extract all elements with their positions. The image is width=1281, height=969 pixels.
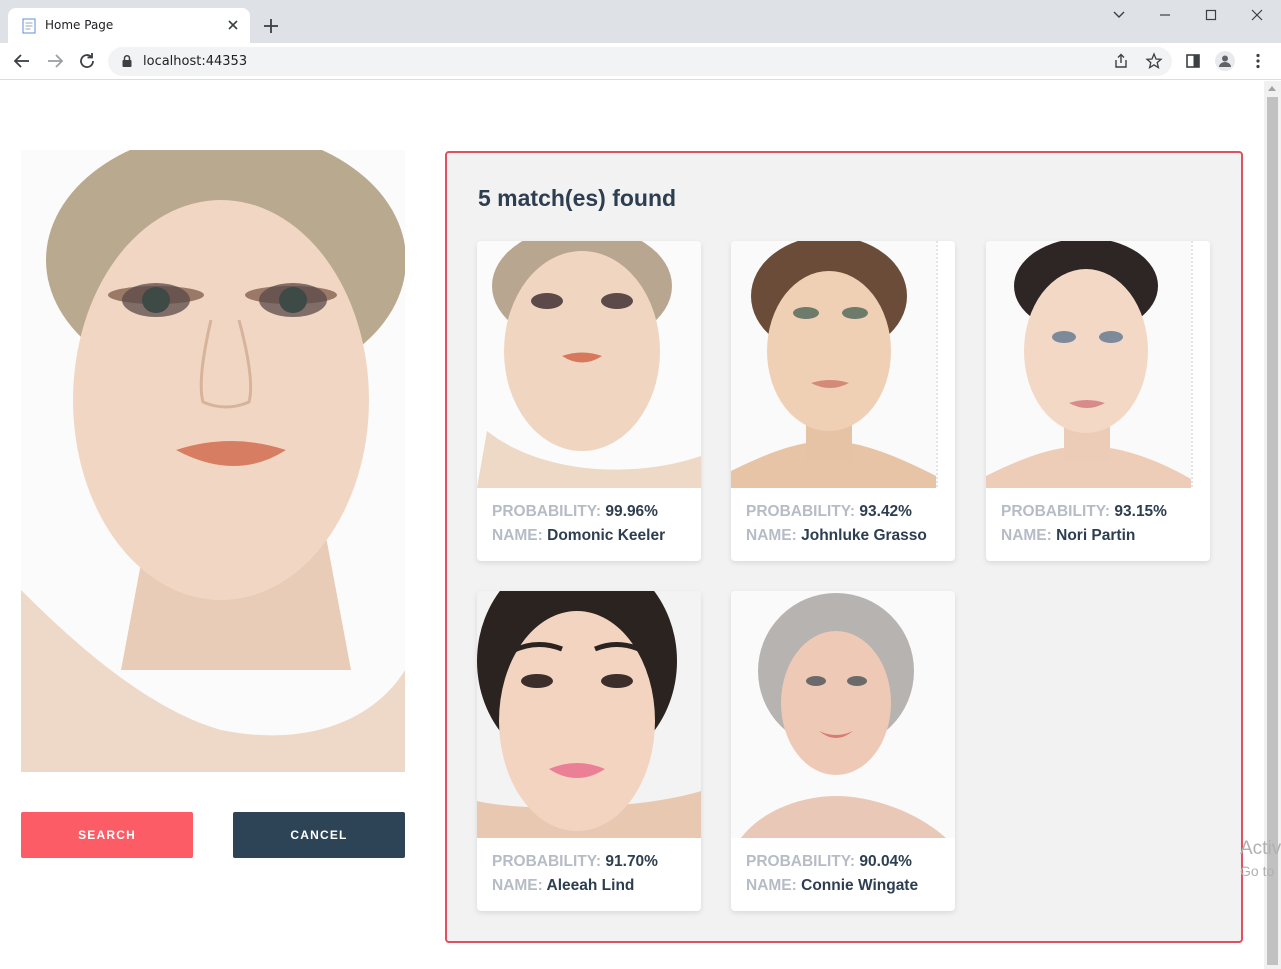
lock-icon — [122, 54, 132, 67]
name-line: NAME: Aleeah Lind — [492, 877, 634, 895]
probability-value: 90.04% — [859, 853, 912, 870]
results-title: 5 match(es) found — [478, 185, 677, 211]
watermark-line-1: Activ — [1240, 838, 1281, 859]
minimize-icon[interactable] — [1154, 6, 1176, 24]
name-line: NAME: Domonic Keeler — [492, 527, 665, 545]
name-line: NAME: Johnluke Grasso — [746, 527, 927, 545]
browser-tab[interactable]: Home Page — [8, 8, 250, 43]
match-card[interactable]: PROBABILITY: 91.70% NAME: Aleeah Lind — [477, 591, 701, 911]
cancel-button[interactable]: CANCEL — [233, 812, 405, 858]
name-value: Connie Wingate — [801, 877, 919, 894]
match-photo — [731, 241, 955, 488]
query-face-photo — [21, 150, 405, 772]
maximize-icon[interactable] — [1200, 6, 1222, 24]
browser-toolbar: localhost:44353 — [0, 43, 1281, 80]
probability-label: PROBABILITY: — [492, 853, 602, 870]
probability-line: PROBABILITY: 93.42% — [746, 503, 912, 521]
forward-arrow-icon[interactable] — [44, 50, 66, 72]
address-bar[interactable]: localhost:44353 — [108, 47, 1172, 76]
scrollbar-thumb[interactable] — [1267, 97, 1278, 965]
probability-value: 91.70% — [605, 853, 658, 870]
match-card[interactable]: PROBABILITY: 99.96% NAME: Domonic Keeler — [477, 241, 701, 561]
name-value: Nori Partin — [1056, 527, 1136, 544]
name-value: Aleeah Lind — [546, 877, 635, 894]
url-text: localhost:44353 — [143, 54, 248, 69]
probability-line: PROBABILITY: 90.04% — [746, 853, 912, 871]
name-line: NAME: Nori Partin — [1001, 527, 1135, 545]
results-panel: 5 match(es) found PROBABILITY: 99.96% NA… — [445, 151, 1243, 943]
share-icon[interactable] — [1112, 52, 1130, 70]
reload-icon[interactable] — [76, 50, 98, 72]
scroll-up-arrow-icon[interactable] — [1268, 86, 1276, 91]
os-activation-watermark: Activ Go to — [1240, 838, 1281, 882]
name-label: NAME: — [746, 877, 797, 894]
chevron-down-icon[interactable] — [1108, 6, 1130, 24]
probability-label: PROBABILITY: — [746, 503, 856, 520]
name-label: NAME: — [1001, 527, 1052, 544]
name-label: NAME: — [492, 527, 543, 544]
probability-value: 93.15% — [1114, 503, 1167, 520]
browser-titlebar: Home Page — [0, 0, 1281, 43]
probability-value: 93.42% — [859, 503, 912, 520]
probability-label: PROBABILITY: — [746, 853, 856, 870]
probability-label: PROBABILITY: — [1001, 503, 1111, 520]
search-button[interactable]: SEARCH — [21, 812, 193, 858]
name-label: NAME: — [746, 527, 797, 544]
match-card[interactable]: PROBABILITY: 90.04% NAME: Connie Wingate — [731, 591, 955, 911]
probability-line: PROBABILITY: 93.15% — [1001, 503, 1167, 521]
watermark-line-2: Go to — [1240, 863, 1275, 879]
page-favicon-icon — [22, 18, 36, 34]
match-photo — [731, 591, 955, 838]
side-panel-icon[interactable] — [1183, 51, 1203, 71]
page-viewport: SEARCH CANCEL 5 match(es) found PROBABIL… — [0, 81, 1264, 969]
close-icon[interactable] — [224, 16, 242, 34]
back-arrow-icon[interactable] — [11, 50, 33, 72]
page-scrollbar[interactable] — [1264, 81, 1281, 969]
probability-label: PROBABILITY: — [492, 503, 602, 520]
kebab-menu-icon[interactable] — [1248, 51, 1268, 71]
probability-line: PROBABILITY: 99.96% — [492, 503, 658, 521]
match-photo — [477, 241, 701, 488]
name-label: NAME: — [492, 877, 543, 894]
profile-icon[interactable] — [1215, 51, 1235, 71]
name-value: Domonic Keeler — [547, 527, 666, 544]
probability-line: PROBABILITY: 91.70% — [492, 853, 658, 871]
name-line: NAME: Connie Wingate — [746, 877, 918, 895]
match-card[interactable]: PROBABILITY: 93.42% NAME: Johnluke Grass… — [731, 241, 955, 561]
match-photo — [986, 241, 1210, 488]
name-value: Johnluke Grasso — [801, 527, 927, 544]
star-icon[interactable] — [1145, 52, 1163, 70]
tab-title: Home Page — [45, 18, 114, 32]
probability-value: 99.96% — [605, 503, 658, 520]
match-photo — [477, 591, 701, 838]
match-card[interactable]: PROBABILITY: 93.15% NAME: Nori Partin — [986, 241, 1210, 561]
plus-icon[interactable] — [260, 15, 282, 37]
window-close-icon[interactable] — [1246, 6, 1268, 24]
